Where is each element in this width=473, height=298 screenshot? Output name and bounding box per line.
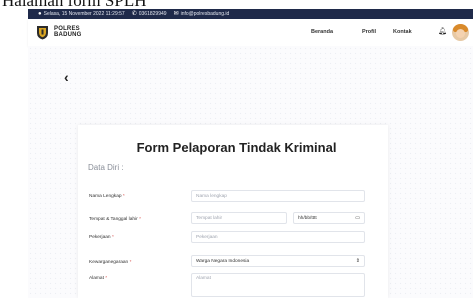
tempat-lahir-input[interactable]: Tempat lahir bbox=[191, 212, 287, 224]
datetime-item: ● Selasa, 15 November 2022 11:29:57 bbox=[38, 11, 125, 17]
kewarganegaraan-select[interactable]: Warga Negara Indonesia ⇕ bbox=[191, 255, 365, 267]
brand-name[interactable]: POLRES BADUNG bbox=[54, 26, 82, 38]
brand-line-2: BADUNG bbox=[54, 32, 82, 38]
label-kewarganegaraan: Kewarganegaraan * bbox=[89, 260, 132, 265]
calendar-icon[interactable]: ▭ bbox=[355, 215, 360, 221]
select-arrows-icon: ⇕ bbox=[355, 258, 360, 264]
datetime-text: Selasa, 15 November 2022 11:29:57 bbox=[43, 11, 125, 17]
phone-text[interactable]: 0361829949 bbox=[139, 11, 167, 17]
pekerjaan-input[interactable]: Pekerjaan bbox=[191, 231, 365, 243]
nav-beranda[interactable]: Beranda bbox=[311, 29, 333, 35]
bell-icon[interactable]: 🔔︎ bbox=[438, 28, 447, 35]
phone-item[interactable]: ✆ 0361829949 bbox=[132, 11, 167, 17]
user-avatar[interactable] bbox=[452, 24, 469, 41]
section-title: Data Diri : bbox=[88, 163, 124, 172]
phone-icon: ✆ bbox=[131, 11, 137, 17]
email-icon: ✉ bbox=[173, 11, 179, 17]
form-title: Form Pelaporan Tindak Kriminal bbox=[136, 140, 337, 155]
back-chevron-icon[interactable]: ‹ bbox=[64, 70, 69, 84]
label-ttl: Tempat & Tanggal lahir * bbox=[89, 217, 141, 222]
label-pekerjaan: Pekerjaan * bbox=[89, 235, 114, 240]
alamat-textarea[interactable]: Alamat bbox=[191, 273, 365, 297]
top-info-bar: ● Selasa, 15 November 2022 11:29:57 ✆ 03… bbox=[28, 9, 473, 19]
email-item[interactable]: ✉ info@polresbadung.id bbox=[174, 11, 230, 17]
label-nama-lengkap: Nama Lengkap * bbox=[89, 194, 125, 199]
nav-kontak[interactable]: Kontak bbox=[393, 29, 412, 35]
nama-lengkap-input[interactable]: Nama lengkap bbox=[191, 190, 365, 202]
nav-profil[interactable]: Profil bbox=[362, 29, 376, 35]
tanggal-lahir-input[interactable]: hh/bb/tttt ▭ bbox=[293, 212, 365, 224]
email-text[interactable]: info@polresbadung.id bbox=[181, 11, 230, 17]
label-alamat: Alamat * bbox=[89, 276, 108, 281]
main-navbar: POLRES BADUNG Beranda Profil Kontak 🔔︎ bbox=[28, 19, 473, 46]
polres-logo-icon[interactable] bbox=[36, 25, 49, 40]
clock-icon: ● bbox=[38, 11, 42, 17]
